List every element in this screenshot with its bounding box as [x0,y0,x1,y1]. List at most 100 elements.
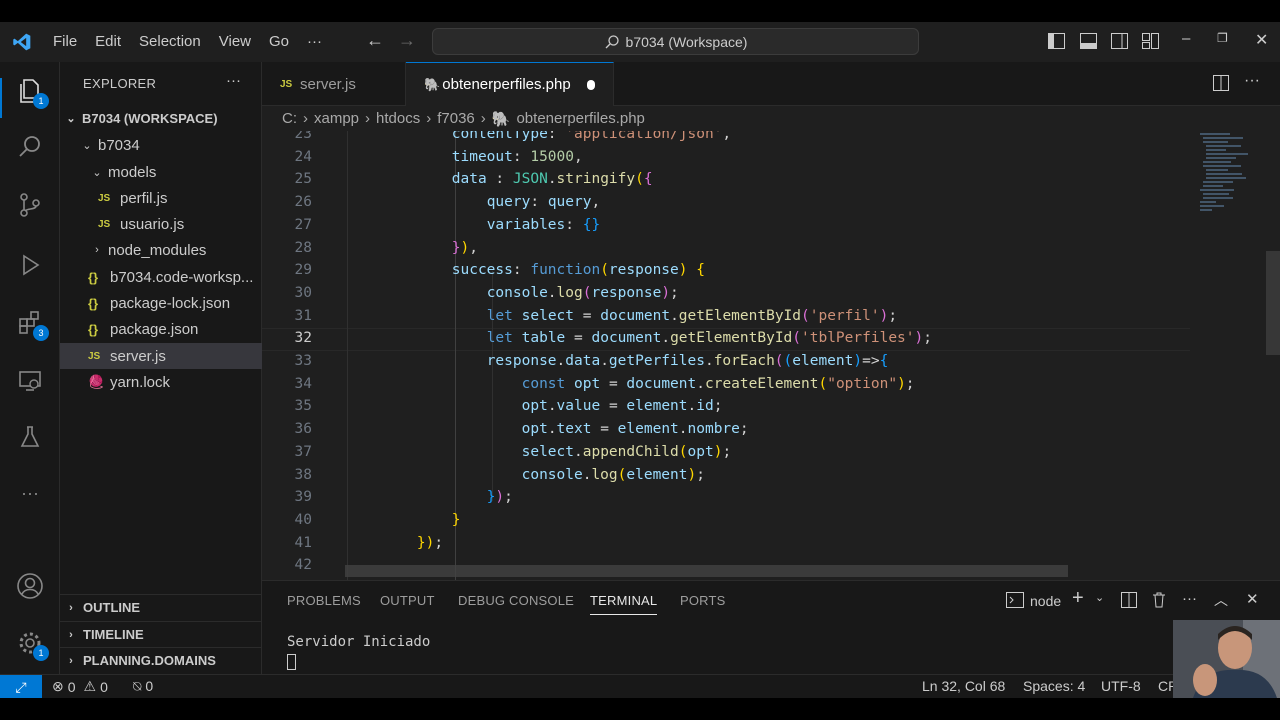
code-line[interactable]: 27 variables: {} [262,214,1190,237]
ports-indicator[interactable]: ⍉ 0 [133,678,153,695]
explorer-more-icon[interactable]: ··· [226,72,241,89]
panel-tab-output[interactable]: OUTPUT [380,593,435,608]
horizontal-scrollbar[interactable] [345,565,1068,577]
back-arrow-icon[interactable]: ← [366,30,384,51]
minimize-icon[interactable]: – [1182,30,1190,47]
breadcrumb-xampp[interactable]: xampp [314,110,359,127]
code-line[interactable]: 30 console.log(response); [262,282,1190,305]
editor-more-icon[interactable]: ··· [1244,72,1260,90]
terminal-name[interactable]: node [1030,593,1061,609]
vertical-scrollbar[interactable] [1266,251,1280,355]
code-line[interactable]: 26 query: query, [262,191,1190,214]
close-window-icon[interactable]: ✕ [1255,30,1268,50]
split-terminal-icon[interactable] [1121,592,1137,608]
menu-edit[interactable]: Edit [86,22,130,62]
tree-item-server-js[interactable]: JS server.js [60,343,262,369]
toggle-secondary-sidebar-icon[interactable] [1111,33,1128,49]
minimap[interactable] [1198,131,1258,231]
toggle-primary-sidebar-icon[interactable] [1048,33,1065,49]
new-terminal-icon[interactable]: + [1072,587,1084,610]
unsaved-dot-icon[interactable] [586,79,595,90]
extensions-icon[interactable]: 3 [15,308,49,341]
tree-item-node-modules[interactable]: › node_modules [60,237,262,263]
code-line[interactable]: 23 contentType: 'application/json', [262,131,1190,146]
panel-tab-ports[interactable]: PORTS [680,593,726,608]
tab-server-js[interactable]: JS server.js [262,62,406,106]
command-center-search[interactable]: b7034 (Workspace) [432,28,919,55]
code-line[interactable]: 39 }); [262,486,1190,509]
code-line[interactable]: 37 select.appendChild(opt); [262,441,1190,464]
workspace-header[interactable]: ⌄ B7034 (WORKSPACE) [60,105,262,131]
tree-item-yarn-lock[interactable]: 🧶 yarn.lock [60,369,262,395]
section-outline[interactable]: › OUTLINE [60,594,262,620]
code-line[interactable]: 24 timeout: 15000, [262,146,1190,169]
breadcrumb-drive[interactable]: C: [282,110,297,127]
panel-tab-debug-console[interactable]: DEBUG CONSOLE [458,593,574,608]
chevron-right-icon: › [69,628,73,641]
chevron-down-icon[interactable]: ⌄ [1095,591,1104,604]
maximize-panel-icon[interactable]: ︿ [1214,590,1228,610]
cursor-position[interactable]: Ln 32, Col 68 [922,678,1005,694]
tree-item-workspace-file[interactable]: {} b7034.code-worksp... [60,264,262,290]
tree-item-package-json[interactable]: {} package.json [60,316,262,342]
code-line[interactable]: 35 opt.value = element.id; [262,395,1190,418]
code-line[interactable]: 41 }); [262,532,1190,555]
indentation[interactable]: Spaces: 4 [1023,678,1085,694]
code-line[interactable]: 34 const opt = document.createElement("o… [262,373,1190,396]
explorer-icon[interactable]: 1 [15,76,49,109]
testing-icon[interactable] [15,422,45,452]
tree-item-b7034[interactable]: ⌄ b7034 [60,132,262,158]
tree-item-label: usuario.js [120,215,185,233]
problems-indicator[interactable]: ⊗ 0 ⚠ 0 [52,678,108,695]
code-editor[interactable]: 23 contentType: 'application/json', 24 ti… [262,131,1280,580]
tree-item-usuario-js[interactable]: JS usuario.js [60,211,262,237]
settings-gear-icon[interactable]: 1 [15,628,49,661]
code-line[interactable]: 40 } [262,509,1190,532]
remote-indicator[interactable]: ⤢ [0,675,42,699]
code-line[interactable]: 25 data : JSON.stringify({ [262,168,1190,191]
toggle-panel-icon[interactable] [1080,33,1097,49]
more-views-icon[interactable]: ··· [15,478,45,508]
menu-go[interactable]: Go [260,22,298,62]
close-panel-icon[interactable]: ✕ [1246,590,1259,608]
code-line[interactable]: 29 success: function(response) { [262,259,1190,282]
panel-tab-problems[interactable]: PROBLEMS [287,593,361,608]
restore-icon[interactable]: ❐ [1217,31,1228,45]
code-line[interactable]: 33 response.data.getPerfiles.forEach((el… [262,350,1190,373]
code-line[interactable]: 38 console.log(element); [262,464,1190,487]
breadcrumb-htdocs[interactable]: htdocs [376,110,420,127]
code-text: response.data.getPerfiles.forEach((eleme… [486,353,889,369]
tree-item-perfil-js[interactable]: JS perfil.js [60,185,262,211]
search-activity-icon[interactable] [15,132,45,162]
tree-item-models[interactable]: ⌄ models [60,159,262,185]
line-number: 26 [294,194,312,211]
run-debug-icon[interactable] [15,250,45,280]
code-line[interactable]: 32 let table = document.getElementById('… [262,327,1190,350]
trash-icon[interactable] [1151,591,1167,608]
breadcrumb-f7036[interactable]: f7036 [437,110,475,127]
breadcrumb-file[interactable]: obtenerperfiles.php [516,110,644,127]
forward-arrow-icon[interactable]: → [398,30,416,51]
accounts-icon[interactable] [15,571,45,601]
search-label: b7034 (Workspace) [625,33,748,50]
code-line[interactable]: 36 opt.text = element.nombre; [262,418,1190,441]
code-line[interactable]: 28 }), [262,237,1190,260]
section-timeline[interactable]: › TIMELINE [60,621,262,647]
panel-more-icon[interactable]: ··· [1182,590,1197,607]
tree-item-package-lock[interactable]: {} package-lock.json [60,290,262,316]
customize-layout-icon[interactable] [1142,33,1159,49]
tab-obtenerperfiles-php[interactable]: 🐘 obtenerperfiles.php [406,62,614,106]
menu-more[interactable]: ··· [298,22,331,62]
line-number: 32 [294,330,312,347]
menu-selection[interactable]: Selection [130,22,210,62]
source-control-icon[interactable] [15,190,45,220]
split-editor-icon[interactable] [1213,75,1230,92]
encoding[interactable]: UTF-8 [1101,678,1141,694]
code-line[interactable]: 31 let select = document.getElementById(… [262,305,1190,328]
menu-view[interactable]: View [210,22,260,62]
panel-tab-terminal[interactable]: TERMINAL [590,593,658,615]
section-planning-domains[interactable]: › PLANNING.DOMAINS [60,647,262,673]
chevron-right-icon: › [69,654,73,667]
menu-file[interactable]: File [44,22,86,62]
remote-explorer-icon[interactable] [15,366,45,396]
